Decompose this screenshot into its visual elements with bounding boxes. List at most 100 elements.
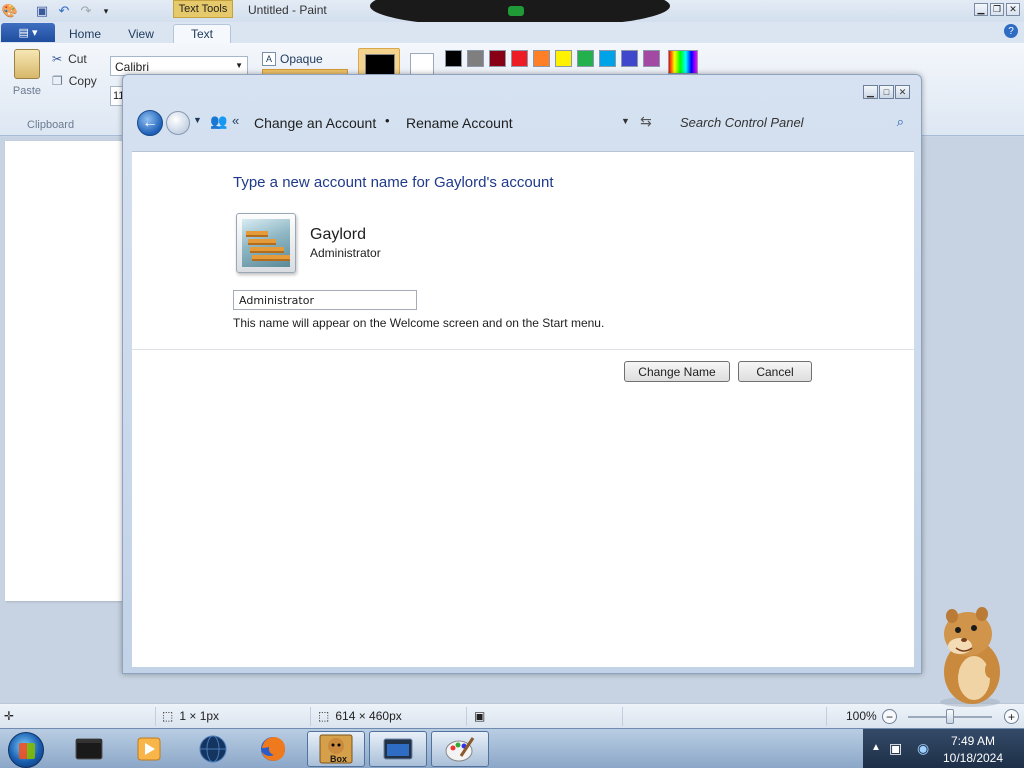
copy-label: Copy xyxy=(68,74,97,88)
tab-view[interactable]: View xyxy=(116,24,166,43)
zoom-in-button[interactable]: + xyxy=(1004,709,1019,724)
scissors-icon: ✂ xyxy=(52,52,63,66)
taskbar-item-media-player[interactable] xyxy=(120,731,178,767)
taskbar-item-window-app[interactable] xyxy=(369,731,427,767)
palette-swatch[interactable] xyxy=(621,50,638,67)
paste-button[interactable]: Paste xyxy=(8,49,46,107)
user-picture-stairs xyxy=(242,219,290,267)
taskbar-item-terminal[interactable] xyxy=(60,731,118,767)
drawing-canvas[interactable] xyxy=(5,141,123,601)
search-icon[interactable]: ⌕ xyxy=(897,114,904,130)
palette-swatch[interactable] xyxy=(599,50,616,67)
palette-swatch[interactable] xyxy=(445,50,462,67)
opaque-button[interactable]: A Opaque xyxy=(262,50,323,68)
redo-icon[interactable]: ↷ xyxy=(78,3,94,19)
close-button[interactable]: ✕ xyxy=(895,85,910,99)
taskbar: Box ▲ ▣ ◉ 7:49 AM 10/18/2024 xyxy=(0,728,1024,768)
action-center-icon[interactable]: ▣ xyxy=(889,740,902,757)
palette-swatch[interactable] xyxy=(533,50,550,67)
breadcrumb-rename-account[interactable]: Rename Account xyxy=(406,115,513,131)
forward-button[interactable] xyxy=(166,111,190,135)
font-family-dropdown[interactable]: Calibri ▼ xyxy=(110,56,248,76)
ribbon-tab-bar: ▤ ▾ Home View Text ? xyxy=(0,22,1024,43)
chevron-down-icon: ▼ xyxy=(235,61,243,70)
selection-size: ⬚ 1 × 1px xyxy=(162,709,219,723)
opaque-label: Opaque xyxy=(280,52,323,66)
status-divider xyxy=(466,707,467,726)
zoom-out-button[interactable]: − xyxy=(882,709,897,724)
opaque-icon: A xyxy=(262,52,276,66)
taskbar-item-globe[interactable] xyxy=(184,731,242,767)
selection-icon: ⬚ xyxy=(162,709,174,723)
copy-button[interactable]: ❐ Copy xyxy=(52,72,97,90)
account-type: Administrator xyxy=(310,246,381,260)
menu-icon: ▤ xyxy=(18,27,29,39)
address-dropdown-icon[interactable]: ▼ xyxy=(621,116,630,126)
show-hidden-icons-button[interactable]: ▲ xyxy=(871,742,881,753)
breadcrumb-overflow-icon[interactable]: « xyxy=(232,113,239,128)
paint-restore-button[interactable]: ❐ xyxy=(990,3,1004,16)
maximize-button[interactable]: □ xyxy=(879,85,894,99)
media-player-icon xyxy=(137,737,161,761)
search-input[interactable]: Search Control Panel ⌕ xyxy=(672,109,910,137)
font-family-value: Calibri xyxy=(115,60,150,74)
windows-logo-icon xyxy=(19,743,35,759)
palette-swatch[interactable] xyxy=(489,50,506,67)
help-icon[interactable]: ? xyxy=(1004,24,1018,38)
clipboard-icon xyxy=(14,49,40,79)
undo-icon[interactable]: ↶ xyxy=(56,3,72,19)
disk-icon: ▣ xyxy=(474,709,486,723)
minimize-button[interactable]: ▁ xyxy=(863,85,878,99)
start-button[interactable] xyxy=(8,732,44,768)
palette-swatch[interactable] xyxy=(467,50,484,67)
back-button[interactable]: ← xyxy=(137,110,163,136)
page-title: Type a new account name for Gaylord's ac… xyxy=(233,174,554,191)
paste-label: Paste xyxy=(12,85,42,97)
window-app-icon xyxy=(383,738,413,760)
context-tab-text-tools: Text Tools xyxy=(173,0,233,18)
box-label: Box xyxy=(330,754,348,764)
zoom-slider-thumb[interactable] xyxy=(946,709,954,724)
breadcrumb-change-account[interactable]: Change an Account xyxy=(254,115,376,131)
recent-pages-dropdown[interactable]: ▼ xyxy=(193,115,202,125)
paint-minimize-button[interactable]: ▁ xyxy=(974,3,988,16)
taskbar-item-firefox[interactable] xyxy=(244,731,302,767)
taskbar-item-hamster-box[interactable]: Box xyxy=(307,731,365,767)
hamster-mascot-icon[interactable] xyxy=(930,604,1010,708)
control-panel-icon: 👥 xyxy=(210,113,228,129)
content-divider xyxy=(132,349,914,350)
clock-date[interactable]: 10/18/2024 xyxy=(936,751,1010,765)
edit-colors-button[interactable] xyxy=(668,50,698,74)
status-bar: ✛ ⬚ 1 × 1px ⬚ 614 × 460px ▣ 100% − + xyxy=(0,703,1024,728)
palette-swatch[interactable] xyxy=(555,50,572,67)
network-icon[interactable]: ◉ xyxy=(917,740,929,757)
breadcrumb-separator[interactable]: • xyxy=(385,113,390,128)
firefox-icon xyxy=(261,737,285,761)
change-name-button[interactable]: Change Name xyxy=(624,361,730,382)
stair-step xyxy=(246,231,268,237)
paint-close-button[interactable]: ✕ xyxy=(1006,3,1020,16)
new-account-name-input[interactable] xyxy=(233,290,417,310)
taskbar-item-paint[interactable] xyxy=(431,731,489,767)
paint-app-icon[interactable]: 🎨 xyxy=(2,3,18,19)
cut-button[interactable]: ✂ Cut xyxy=(52,50,87,68)
selection-size-value: 1 × 1px xyxy=(179,709,220,723)
name-hint: This name will appear on the Welcome scr… xyxy=(233,316,605,330)
save-icon[interactable]: ▣ xyxy=(34,3,50,19)
cancel-button[interactable]: Cancel xyxy=(738,361,812,382)
customize-qat-icon[interactable]: ▾ xyxy=(98,3,114,19)
palette-swatch[interactable] xyxy=(643,50,660,67)
refresh-icon[interactable]: ⇆ xyxy=(640,113,652,130)
stair-step xyxy=(250,247,284,253)
paint-menu-button[interactable]: ▤ ▾ xyxy=(1,23,55,42)
clock-time[interactable]: 7:49 AM xyxy=(943,734,1003,748)
tab-text[interactable]: Text xyxy=(173,24,231,43)
palette-swatch[interactable] xyxy=(511,50,528,67)
cursor-position: ✛ xyxy=(4,709,14,723)
palette-swatch[interactable] xyxy=(577,50,594,67)
status-divider xyxy=(622,707,623,726)
tab-home[interactable]: Home xyxy=(60,24,110,43)
status-divider xyxy=(310,707,311,726)
dialog-content: Type a new account name for Gaylord's ac… xyxy=(132,151,914,667)
paint-icon xyxy=(445,737,475,762)
